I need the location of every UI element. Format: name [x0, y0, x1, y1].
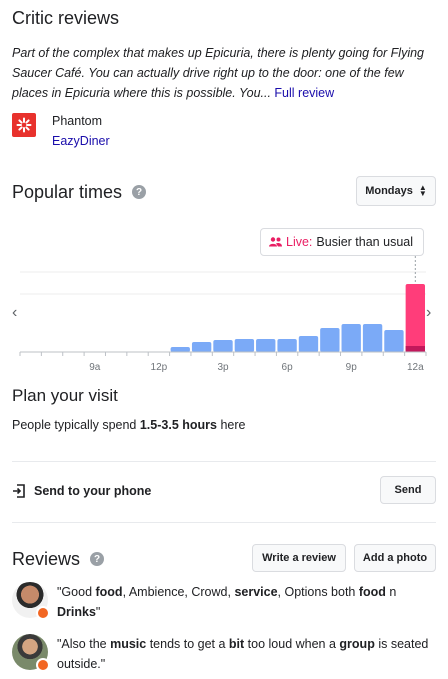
review-highlight: service	[234, 585, 278, 599]
day-select[interactable]: Mondays ▲ ▼	[356, 176, 436, 206]
local-guide-badge-icon	[36, 658, 50, 672]
review-item: "Also the music tends to get a bit too l…	[12, 634, 436, 674]
review-text-segment: "Also the	[57, 637, 111, 651]
critic-reviews-title: Critic reviews	[12, 8, 120, 28]
send-to-phone-label: Send to your phone	[34, 484, 152, 498]
popular-times-chart: Live: Busier than usual ‹ › 9a 12p 3p 6p 9p 1…	[0, 222, 448, 374]
review-snippet: "Good food, Ambience, Crowd, service, Op…	[57, 582, 436, 622]
send-to-phone-icon	[13, 484, 25, 498]
live-bar[interactable]	[405, 284, 425, 352]
plan-your-visit-section: Plan your visit People typically spend 1…	[12, 386, 436, 432]
write-review-button[interactable]: Write a review	[252, 544, 346, 572]
usual-level-bar	[405, 346, 425, 352]
x-tick-label: 3p	[217, 362, 229, 373]
bar-1p[interactable]	[170, 347, 190, 352]
review-text-segment: "Good	[57, 585, 96, 599]
critic-source: Phantom EazyDiner	[12, 111, 436, 151]
critic-source-link[interactable]: EazyDiner	[52, 131, 110, 151]
review-text-segment: n	[385, 585, 397, 599]
full-review-link[interactable]: Full review	[274, 86, 334, 100]
day-select-value: Mondays	[365, 185, 413, 197]
add-photo-button[interactable]: Add a photo	[354, 544, 436, 572]
review-text-segment: tends to get a	[146, 637, 229, 651]
send-to-phone-row: Send to your phone Send	[12, 476, 436, 506]
divider	[12, 461, 436, 462]
review-highlight: group	[339, 637, 375, 651]
select-arrows-icon: ▲ ▼	[418, 183, 427, 198]
x-tick-label: 12a	[407, 362, 424, 373]
review-item: "Good food, Ambience, Crowd, service, Op…	[12, 582, 436, 622]
review-highlight: Drinks	[57, 605, 96, 619]
local-guide-badge-icon	[36, 606, 50, 620]
avatar[interactable]	[12, 634, 50, 672]
review-text-segment: , Options both	[277, 585, 359, 599]
plan-title: Plan your visit	[12, 386, 118, 405]
critic-name: Phantom	[52, 114, 103, 128]
divider	[12, 522, 436, 523]
chart-canvas: 9a 12p 3p 6p 9p 12a	[19, 256, 427, 373]
bar-11p[interactable]	[384, 330, 404, 352]
review-snippet: "Also the music tends to get a bit too l…	[57, 634, 436, 674]
x-tick-label: 9a	[89, 362, 101, 373]
popular-times-title: Popular times	[12, 181, 123, 202]
critic-reviews-section: Critic reviews Part of the complex that …	[12, 8, 436, 151]
reviews-title: Reviews	[12, 548, 81, 569]
help-icon[interactable]: ?	[132, 185, 147, 199]
review-highlight: food	[358, 585, 386, 599]
avatar[interactable]	[12, 582, 50, 620]
bar-8p[interactable]	[320, 328, 340, 352]
review-highlight: food	[95, 585, 123, 599]
critic-quote: Part of the complex that makes up Epicur…	[12, 43, 436, 103]
visit-duration-value: 1.5-3.5 hours	[139, 418, 217, 432]
help-icon[interactable]: ?	[90, 552, 105, 566]
reviews-header: Reviews ? Write a review Add a photo	[12, 544, 436, 574]
x-tick-label: 12p	[151, 362, 168, 373]
review-text-segment: too loud when a	[244, 637, 340, 651]
bar-4p[interactable]	[234, 339, 255, 352]
bar-2p[interactable]	[191, 342, 212, 352]
critic-quote-text: Part of the complex that makes up Epicur…	[12, 46, 425, 100]
visit-duration-suffix: here	[216, 418, 246, 432]
review-text-segment: "	[95, 605, 101, 619]
bar-7p[interactable]	[298, 336, 319, 352]
visit-duration-text: People typically spend 1.5-3.5 hours her…	[12, 418, 436, 432]
eazydiner-logo-icon	[12, 113, 36, 137]
review-highlight: bit	[228, 637, 245, 651]
review-highlight: music	[110, 637, 147, 651]
bar-5p[interactable]	[256, 339, 276, 352]
x-tick-label: 6p	[282, 362, 294, 373]
review-text-segment: , Ambience, Crowd,	[122, 585, 235, 599]
bar-6p[interactable]	[277, 339, 297, 352]
popular-times-header: Popular times ? Mondays ▲ ▼	[12, 176, 436, 208]
x-tick-label: 9p	[346, 362, 358, 373]
bar-9p[interactable]	[341, 324, 361, 352]
bar-3p[interactable]	[213, 340, 233, 352]
bar-10p[interactable]	[362, 324, 383, 352]
visit-duration-prefix: People typically spend	[12, 418, 140, 432]
send-button[interactable]: Send	[380, 476, 436, 504]
